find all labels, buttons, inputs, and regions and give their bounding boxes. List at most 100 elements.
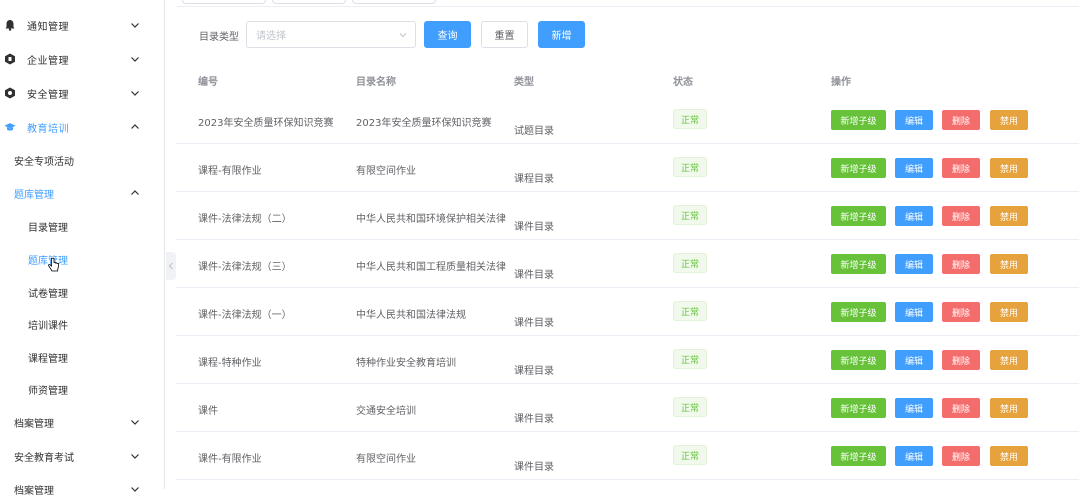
sidebar-item-course[interactable]: 课程管理 — [0, 342, 165, 372]
sidebar-item-archive[interactable]: 档案管理 — [0, 407, 165, 437]
sidebar-item-courseware[interactable]: 培训课件 — [0, 309, 165, 339]
tab[interactable] — [352, 0, 436, 4]
add-button[interactable]: 新增 — [538, 21, 585, 48]
bell-icon — [4, 19, 16, 31]
disable-button[interactable]: 禁用 — [990, 398, 1028, 418]
add-child-button[interactable]: 新增子级 — [831, 254, 886, 274]
tab[interactable] — [272, 0, 346, 4]
sidebar-item-label: 企业管理 — [27, 55, 69, 67]
chevron-down-icon — [131, 23, 139, 28]
edit-button[interactable]: 编辑 — [895, 158, 933, 178]
sidebar-item-training[interactable]: 教育培训 — [0, 112, 165, 142]
add-child-button[interactable]: 新增子级 — [831, 350, 886, 370]
cell-code: 课件-法律法规（一） — [198, 310, 292, 321]
add-child-button[interactable]: 新增子级 — [831, 206, 886, 226]
sidebar-item-label: 试卷管理 — [28, 288, 68, 300]
edit-button[interactable]: 编辑 — [895, 398, 933, 418]
status-badge: 正常 — [673, 445, 708, 465]
sidebar-item-notice[interactable]: 通知管理 — [0, 10, 165, 40]
cell-name: 交通安全培训 — [356, 406, 416, 417]
cell-type: 课件目录 — [514, 270, 554, 281]
sidebar-item-label: 培训课件 — [28, 320, 68, 332]
sidebar-item-label: 目录管理 — [28, 222, 68, 234]
cell-type: 课件目录 — [514, 414, 554, 425]
edit-button[interactable]: 编辑 — [895, 206, 933, 226]
cell-type: 课程目录 — [514, 366, 554, 377]
sidebar-item-teacher[interactable]: 师资管理 — [0, 374, 165, 404]
disable-button[interactable]: 禁用 — [990, 206, 1028, 226]
table-row: 2023年安全质量环保知识竞赛 2023年安全质量环保知识竞赛 试题目录 正常 … — [176, 96, 1079, 144]
disable-button[interactable]: 禁用 — [990, 350, 1028, 370]
column-header-status: 状态 — [673, 77, 693, 88]
type-select[interactable]: 请选择 — [246, 21, 416, 48]
column-header-actions: 操作 — [831, 77, 851, 88]
chevron-down-icon — [131, 420, 139, 425]
table-row: 课件-有限作业 有限空间作业 课件目录 正常 新增子级 编辑 删除 禁用 — [176, 432, 1079, 480]
delete-button[interactable]: 删除 — [942, 350, 980, 370]
main-content: 目录类型 请选择 查询 重置 新增 编号 目录名称 类型 状态 操作 2023年… — [176, 0, 1079, 489]
cell-name: 有限空间作业 — [356, 166, 416, 177]
sidebar-collapse-handle[interactable] — [166, 252, 176, 280]
edit-button[interactable]: 编辑 — [895, 302, 933, 322]
status-badge: 正常 — [673, 349, 708, 369]
edit-button[interactable]: 编辑 — [895, 446, 933, 466]
table-row: 课程-有限作业 有限空间作业 课程目录 正常 新增子级 编辑 删除 禁用 — [176, 144, 1079, 192]
status-badge: 正常 — [673, 301, 708, 321]
disable-button[interactable]: 禁用 — [990, 254, 1028, 274]
sidebar-item-question-bank[interactable]: 题库管理 — [0, 178, 165, 208]
sidebar-item-safety[interactable]: 安全管理 — [0, 78, 165, 108]
sidebar-item-activity[interactable]: 安全专项活动 — [0, 145, 165, 175]
disable-button[interactable]: 禁用 — [990, 158, 1028, 178]
sidebar-item-label: 通知管理 — [27, 21, 69, 33]
delete-button[interactable]: 删除 — [942, 158, 980, 178]
query-button[interactable]: 查询 — [424, 21, 471, 48]
sidebar-item-label: 安全教育考试 — [14, 452, 74, 464]
column-header-name: 目录名称 — [356, 77, 396, 88]
add-child-button[interactable]: 新增子级 — [831, 398, 886, 418]
sidebar-item-enterprise[interactable]: 企业管理 — [0, 44, 165, 74]
delete-button[interactable]: 删除 — [942, 446, 980, 466]
disable-button[interactable]: 禁用 — [990, 446, 1028, 466]
edit-button[interactable]: 编辑 — [895, 254, 933, 274]
building-icon — [4, 53, 16, 65]
chevron-down-icon — [399, 33, 407, 38]
reset-button[interactable]: 重置 — [481, 21, 528, 48]
delete-button[interactable]: 删除 — [942, 254, 980, 274]
edit-button[interactable]: 编辑 — [895, 350, 933, 370]
tab[interactable] — [182, 0, 266, 4]
sidebar-item-label: 安全管理 — [27, 89, 69, 101]
cell-code: 课程-有限作业 — [198, 166, 262, 177]
sidebar-item-exam[interactable]: 安全教育考试 — [0, 441, 165, 471]
sidebar-item-bank[interactable]: 题库管理 — [0, 244, 165, 274]
table-row: 课程-特种作业 特种作业安全教育培训 课程目录 正常 新增子级 编辑 删除 禁用 — [176, 336, 1079, 384]
add-child-button[interactable]: 新增子级 — [831, 446, 886, 466]
add-child-button[interactable]: 新增子级 — [831, 158, 886, 178]
sidebar: 通知管理 企业管理 安全管理 教育培训 安全专项活动 题库管理 目录管理 题库管… — [0, 0, 165, 497]
delete-button[interactable]: 删除 — [942, 398, 980, 418]
disable-button[interactable]: 禁用 — [990, 302, 1028, 322]
delete-button[interactable]: 删除 — [942, 206, 980, 226]
status-badge: 正常 — [673, 205, 708, 225]
column-header-type: 类型 — [514, 77, 534, 88]
add-child-button[interactable]: 新增子级 — [831, 302, 886, 322]
sidebar-item-catalog[interactable]: 目录管理 — [0, 211, 165, 241]
status-badge: 正常 — [673, 253, 708, 273]
shield-icon — [4, 87, 16, 99]
delete-button[interactable]: 删除 — [942, 110, 980, 130]
chevron-left-icon — [168, 262, 173, 270]
status-badge: 正常 — [673, 109, 708, 129]
sidebar-item-label: 档案管理 — [14, 485, 54, 497]
table-row: 课件-法律法规（一） 中华人民共和国法律法规 课件目录 正常 新增子级 编辑 删… — [176, 288, 1079, 336]
cell-code: 课件-有限作业 — [198, 454, 262, 465]
add-child-button[interactable]: 新增子级 — [831, 110, 886, 130]
cell-type: 课件目录 — [514, 462, 554, 473]
tab-bar — [176, 0, 1079, 7]
sidebar-item-papers[interactable]: 试卷管理 — [0, 277, 165, 307]
sidebar-item-archive-2[interactable]: 档案管理 — [0, 474, 165, 504]
cell-name: 中华人民共和国环境保护相关法律 — [356, 214, 506, 225]
disable-button[interactable]: 禁用 — [990, 110, 1028, 130]
edit-button[interactable]: 编辑 — [895, 110, 933, 130]
status-badge: 正常 — [673, 397, 708, 417]
cell-type: 课件目录 — [514, 222, 554, 233]
delete-button[interactable]: 删除 — [942, 302, 980, 322]
